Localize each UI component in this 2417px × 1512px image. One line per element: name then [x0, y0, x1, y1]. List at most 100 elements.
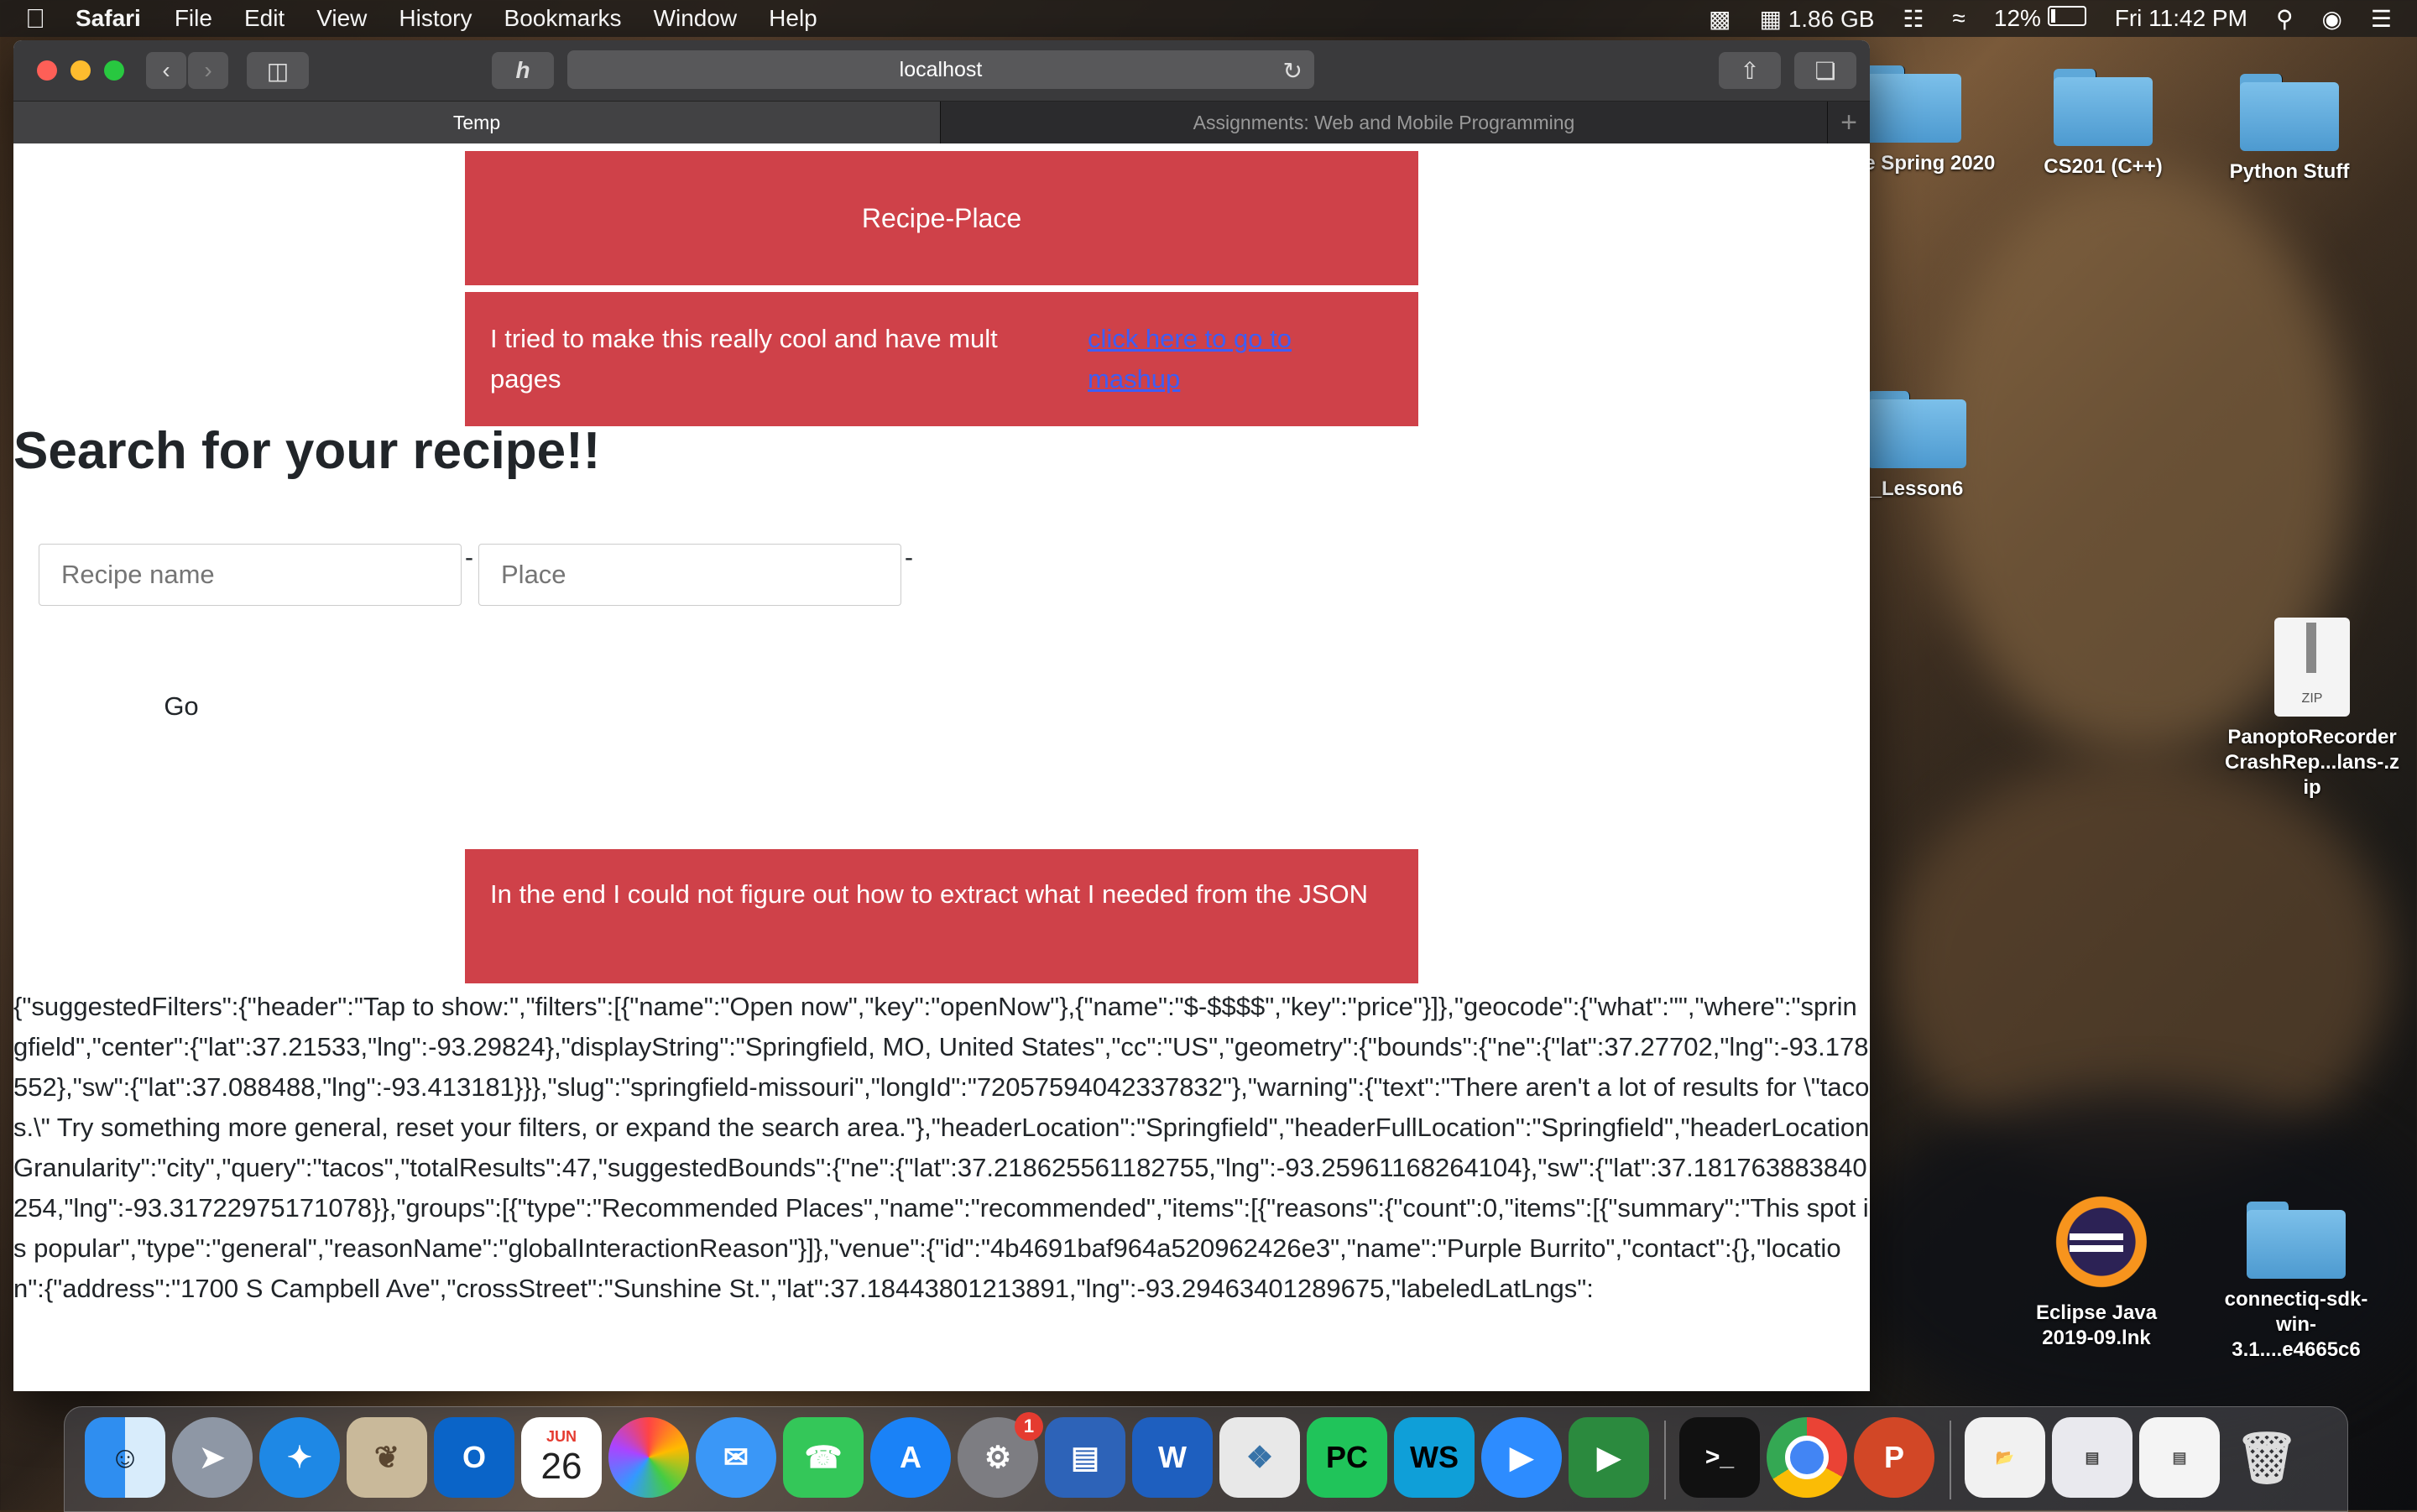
screenshot-stack-icon[interactable]: ▤ [2139, 1417, 2220, 1498]
chevron-right-icon: › [204, 57, 212, 83]
terminal-icon[interactable]: >_ [1679, 1417, 1760, 1498]
menu-history[interactable]: History [399, 5, 472, 32]
page-heading: Search for your recipe!! [13, 422, 601, 480]
pycharm-icon[interactable]: PC [1307, 1417, 1387, 1498]
ram-icon: ▦ [1759, 5, 1782, 32]
chrome-icon[interactable] [1767, 1417, 1847, 1498]
webstorm-icon[interactable]: WS [1394, 1417, 1475, 1498]
tabs-overview-icon: ❏ [1814, 57, 1836, 84]
extension-button[interactable]: h [492, 52, 554, 89]
tab-label: Assignments: Web and Mobile Programming [1193, 111, 1575, 133]
go-button[interactable]: Go [139, 681, 223, 732]
place-input[interactable] [478, 544, 901, 606]
desktop-eclipse-shortcut[interactable]: Eclipse Java 2019-09.lnk [2012, 1191, 2180, 1351]
new-tab-button[interactable]: + [1828, 102, 1870, 143]
banner-title: Recipe-Place [465, 151, 1418, 285]
siri-icon[interactable]: ◉ [2321, 5, 2341, 33]
reload-icon[interactable]: ↻ [1283, 57, 1302, 85]
tab-assignments[interactable]: Assignments: Web and Mobile Programming [941, 102, 1828, 143]
zip-icon-text: ZIP [2301, 691, 2323, 706]
powerpoint-icon[interactable]: P [1854, 1417, 1934, 1498]
app-store-icon[interactable]: A [870, 1417, 951, 1498]
battery-icon [2047, 6, 2086, 26]
downloads-stack-icon[interactable]: 📂 [1965, 1417, 2045, 1498]
facetime-icon[interactable]: ☎ [783, 1417, 864, 1498]
apple-menu-icon[interactable]:  [25, 3, 76, 34]
finder-icon[interactable]: ☺ [85, 1417, 165, 1498]
outlook-icon[interactable]: O [434, 1417, 514, 1498]
sidebar-icon: ◫ [266, 57, 290, 84]
preview-icon[interactable]: ❦ [347, 1417, 427, 1498]
desktop-folder[interactable]: connectiq-sdk-win-3.1....e4665c6 [2212, 1202, 2380, 1363]
sidebar-toggle-button[interactable]: ◫ [247, 52, 309, 89]
dock: ☺ ➤ ✦ ❦ O JUN 26 ✉ ☎ A ⚙ 1 ▤ W ❖ PC WS ▶ … [64, 1406, 2348, 1512]
camera-off-icon[interactable]: ▩ [1709, 5, 1731, 33]
recipe-name-input[interactable] [39, 544, 462, 606]
tab-temp[interactable]: Temp [13, 102, 941, 143]
forward-button[interactable]: › [188, 52, 228, 89]
zoom-icon[interactable]: ▶ [1481, 1417, 1562, 1498]
zoom-window-button[interactable] [104, 60, 124, 81]
memory-value: 1.86 GB [1788, 5, 1875, 32]
address-bar[interactable]: localhost ↻ [567, 50, 1314, 89]
word-icon[interactable]: W [1132, 1417, 1213, 1498]
back-button[interactable]: ‹ [146, 52, 186, 89]
menu-app-name[interactable]: Safari [76, 5, 141, 32]
share-button[interactable]: ⇧ [1719, 52, 1781, 89]
calendar-month: JUN [546, 1427, 577, 1445]
share-icon: ⇧ [1740, 57, 1760, 84]
desktop-folder[interactable]: CS201 (C++) [2019, 69, 2187, 180]
close-window-button[interactable] [37, 60, 57, 81]
info-text: I tried to make this really cool and hav… [490, 324, 998, 394]
photos-icon[interactable] [608, 1417, 689, 1498]
launchpad-icon[interactable]: ➤ [172, 1417, 253, 1498]
menu-edit[interactable]: Edit [244, 5, 285, 32]
dock-separator [1950, 1421, 1951, 1499]
tab-bar: Temp Assignments: Web and Mobile Program… [13, 102, 1870, 143]
input-separator: - [465, 544, 473, 571]
safari-window: ‹ › ◫ h localhost ↻ ⇧ ❏ Temp Assignments… [13, 40, 1870, 1391]
calendar-icon[interactable]: JUN 26 [521, 1417, 602, 1498]
messages-icon[interactable]: ✉ [696, 1417, 776, 1498]
safari-icon[interactable]: ✦ [259, 1417, 340, 1498]
menu-clock[interactable]: Fri 11:42 PM [2115, 5, 2247, 32]
wifi-icon[interactable]: ≈ [1953, 5, 1965, 32]
desktop-item-label: Eclipse Java 2019-09.lnk [2035, 1301, 2158, 1349]
documents-stack-icon[interactable]: ▤ [2052, 1417, 2132, 1498]
menu-window[interactable]: Window [654, 5, 738, 32]
chevron-left-icon: ‹ [162, 57, 170, 83]
folder-icon [1867, 391, 1966, 468]
desktop-item-label: CS201 (C++) [2044, 155, 2163, 178]
info-banner: I tried to make this really cool and hav… [465, 292, 1418, 426]
menu-view[interactable]: View [316, 5, 367, 32]
battery-percent: 12% [1993, 5, 2041, 31]
clipboard-icon[interactable]: ☷ [1903, 5, 1924, 33]
python-icon[interactable]: ❖ [1219, 1417, 1300, 1498]
desktop-item-label: _Lesson6 [1870, 477, 1964, 500]
menu-bookmarks[interactable]: Bookmarks [504, 5, 622, 32]
system-preferences-icon[interactable]: ⚙ 1 [958, 1412, 1043, 1498]
battery-status[interactable]: 12% [1994, 5, 2086, 32]
menu-file[interactable]: File [175, 5, 212, 32]
menu-help[interactable]: Help [769, 5, 817, 32]
calendar-day: 26 [540, 1445, 582, 1487]
desktop-item-label: PanoptoRecorderCrashRep...lans-.zip [2224, 726, 2400, 799]
desktop-zip-file[interactable]: ZIP PanoptoRecorderCrashRep...lans-.zip [2224, 618, 2400, 800]
address-bar-url: localhost [899, 57, 983, 81]
spotlight-search-icon[interactable]: ⚲ [2276, 5, 2294, 33]
eclipse-icon [2046, 1191, 2147, 1292]
minimize-window-button[interactable] [70, 60, 91, 81]
trash-icon[interactable]: 🗑 [2226, 1417, 2307, 1498]
plus-icon: + [1840, 106, 1857, 138]
end-note-banner: In the end I could not figure out how to… [465, 849, 1418, 983]
show-tabs-button[interactable]: ❏ [1794, 52, 1856, 89]
menu-bar:  Safari File Edit View History Bookmark… [0, 0, 2417, 37]
notification-center-icon[interactable]: ☰ [2371, 5, 2392, 33]
json-output: {"suggestedFilters":{"header":"Tap to sh… [13, 992, 1870, 1303]
desktop-folder[interactable]: Python Stuff [2206, 74, 2373, 185]
mashup-link[interactable]: click here to go to mashup [1088, 319, 1339, 399]
memory-status[interactable]: ▦ 1.86 GB [1759, 5, 1874, 33]
desktop-item-label: Python Stuff [2229, 160, 2350, 183]
screen-sharing-icon[interactable]: ▤ [1045, 1417, 1125, 1498]
camtasia-icon[interactable]: ▶ [1569, 1417, 1649, 1498]
